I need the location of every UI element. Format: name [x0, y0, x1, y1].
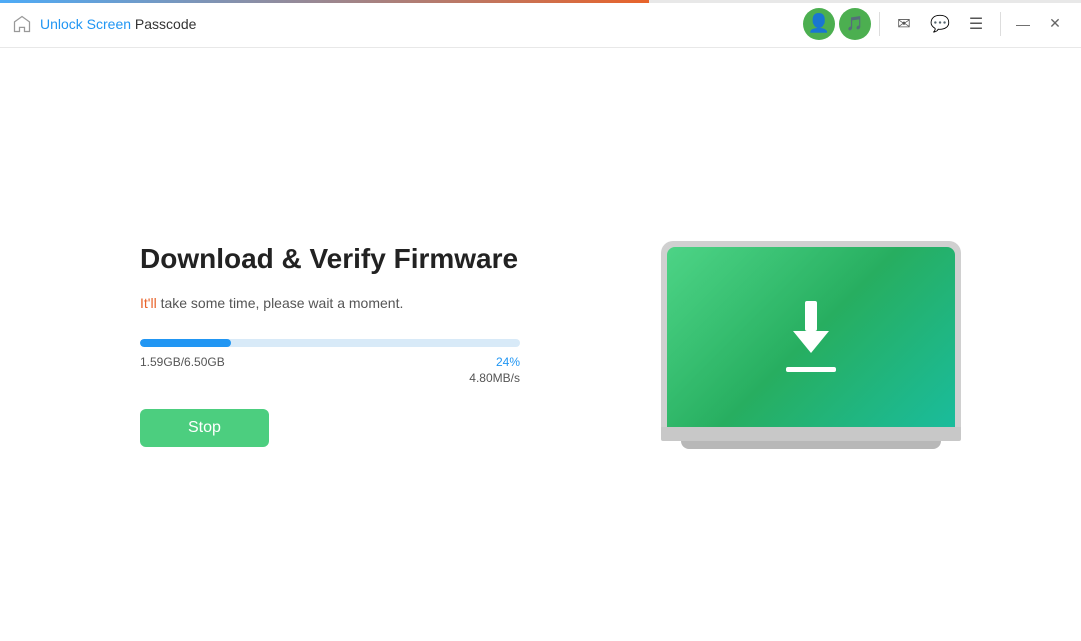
laptop-screen — [667, 247, 955, 427]
title-bar-progress — [0, 0, 1081, 3]
main-content: Download & Verify Firmware It'll take so… — [0, 48, 1081, 641]
page-title: Download & Verify Firmware — [140, 243, 640, 275]
right-panel — [661, 241, 961, 449]
toolbar-divider-2 — [1000, 12, 1001, 36]
arrow-shaft — [805, 301, 817, 331]
progress-bar-track — [140, 339, 520, 347]
progress-size: 1.59GB/6.50GB — [140, 355, 225, 385]
arrow-head — [793, 331, 829, 353]
arrow-base — [786, 367, 836, 372]
avatar-icon[interactable]: 👤 — [803, 8, 835, 40]
app-title: Unlock Screen Passcode — [40, 16, 803, 32]
progress-meta: 1.59GB/6.50GB 24% 4.80MB/s — [140, 355, 520, 385]
title-bar: Unlock Screen Passcode 👤 🎵 ✉ 💬 ☰ — ✕ — [0, 0, 1081, 48]
subtitle-text: It'll take some time, please wait a mome… — [140, 295, 640, 311]
mail-button[interactable]: ✉ — [888, 8, 920, 40]
stop-button[interactable]: Stop — [140, 409, 269, 447]
laptop-foot — [681, 441, 941, 449]
chat-button[interactable]: 💬 — [924, 8, 956, 40]
laptop-base — [661, 427, 961, 441]
title-bar-progress-fill — [0, 0, 649, 3]
close-button[interactable]: ✕ — [1041, 10, 1069, 38]
left-panel: Download & Verify Firmware It'll take so… — [140, 243, 640, 447]
progress-bar-fill — [140, 339, 231, 347]
laptop-screen-outer — [661, 241, 961, 427]
toolbar-divider — [879, 12, 880, 36]
music-icon[interactable]: 🎵 — [839, 8, 871, 40]
progress-percent: 24% — [496, 355, 520, 369]
menu-button[interactable]: ☰ — [960, 8, 992, 40]
download-speed: 4.80MB/s — [469, 371, 520, 385]
download-arrow-icon — [781, 301, 841, 361]
home-icon[interactable] — [12, 14, 32, 34]
subtitle-rest: take some time, please wait a moment. — [157, 295, 404, 311]
laptop-illustration — [661, 241, 961, 449]
toolbar-icons: 👤 🎵 ✉ 💬 ☰ — ✕ — [803, 8, 1069, 40]
download-icon-container — [781, 301, 841, 372]
subtitle-highlight: It'll — [140, 295, 157, 311]
progress-section: 1.59GB/6.50GB 24% 4.80MB/s — [140, 339, 640, 385]
minimize-button[interactable]: — — [1009, 10, 1037, 38]
